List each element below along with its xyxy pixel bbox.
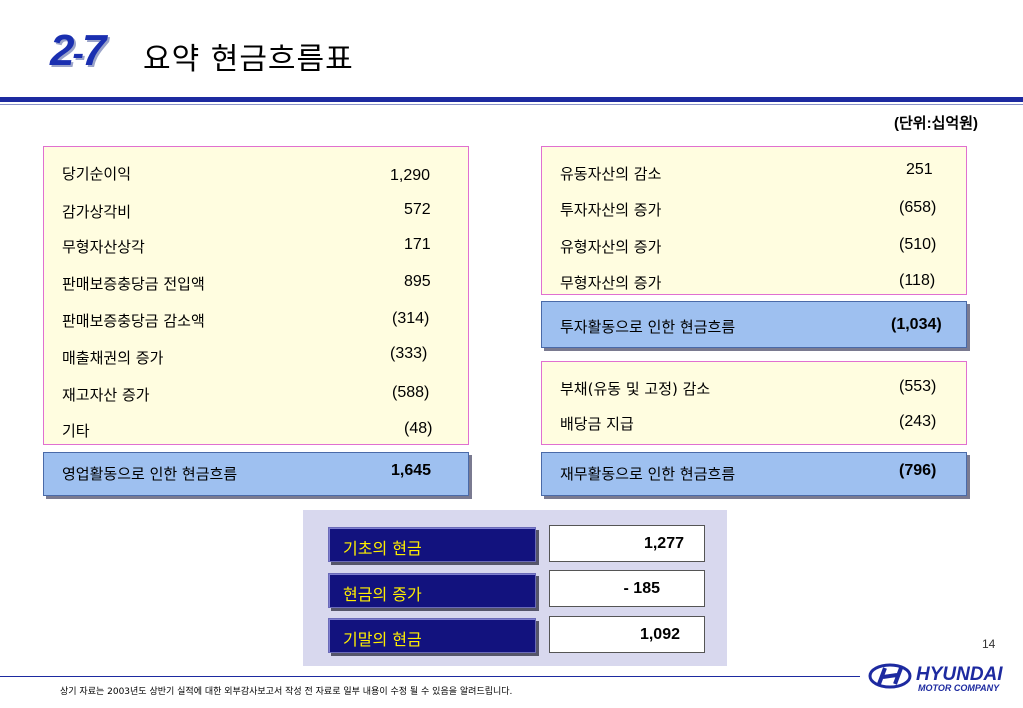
cash-summary-panel: 기초의 현금 1,277 현금의 증가 - 185 기말의 현금 1,092	[303, 510, 727, 666]
hyundai-h-emblem-icon	[868, 663, 912, 689]
unit-label: (단위:십억원)	[894, 115, 978, 132]
list-item: 유동자산의 감소 251	[560, 161, 933, 183]
list-item: 부채(유동 및 고정) 감소 (553)	[560, 378, 937, 398]
list-item: 유형자산의 증가 (510)	[560, 236, 937, 256]
financing-total-label: 재무활동으로 인한 현금흐름	[560, 465, 736, 483]
list-item: 배당금 지급 (243)	[560, 413, 937, 433]
list-item: 감가상각비 572	[62, 201, 431, 221]
cash-label-ending: 기말의 현금	[328, 618, 536, 653]
list-item: 매출채권의 증가 (333)	[62, 345, 428, 367]
section-number: 2-7	[50, 26, 106, 75]
list-item: 당기순이익 1,290	[62, 165, 431, 184]
cash-value-increase: - 185	[549, 570, 705, 607]
operating-items-box: 당기순이익 1,290 감가상각비 572 무형자산상각 171 판매보증충당금 전입…	[43, 146, 469, 445]
list-item: 투자자산의 증가 (658)	[560, 199, 937, 219]
operating-total-label: 영업활동으로 인한 현금흐름	[62, 465, 238, 483]
operating-total-value: 1,645	[391, 462, 432, 479]
cash-value-beginning: 1,277	[549, 525, 705, 562]
list-item: 재고자산 증가 (588)	[62, 384, 430, 404]
page-title: 요약 현금흐름표	[143, 42, 354, 77]
cash-label-increase: 현금의 증가	[328, 573, 536, 608]
investing-items-box: 유동자산의 감소 251 투자자산의 증가 (658) 유형자산의 증가 (510) …	[541, 146, 967, 295]
list-item: 무형자산상각 171	[62, 236, 431, 256]
header-divider	[0, 97, 1023, 102]
investing-total-label: 투자활동으로 인한 현금흐름	[560, 318, 736, 336]
footnote: 상기 자료는 2003년도 상반기 실적에 대한 외부감사보고서 작성 전 자료…	[60, 687, 513, 697]
investing-total-box: 투자활동으로 인한 현금흐름 (1,034)	[541, 301, 967, 348]
financing-total-value: (796)	[899, 462, 937, 479]
list-item: 기타 (48)	[62, 420, 433, 440]
logo-wordmark: HYUNDAI	[916, 664, 1003, 685]
page-number: 14	[982, 637, 996, 651]
investing-total-value: (1,034)	[891, 316, 942, 333]
financing-items-box: 부채(유동 및 고정) 감소 (553) 배당금 지급 (243)	[541, 361, 967, 445]
hyundai-logo: HYUNDAI MOTOR COMPANY	[868, 663, 1003, 693]
footer-divider	[0, 676, 860, 677]
logo-subtext: MOTOR COMPANY	[918, 683, 1000, 693]
cash-label-beginning: 기초의 현금	[328, 527, 536, 562]
list-item: 무형자산의 증가 (118)	[560, 272, 936, 292]
financing-total-box: 재무활동으로 인한 현금흐름 (796)	[541, 452, 967, 496]
operating-total-box: 영업활동으로 인한 현금흐름 1,645	[43, 452, 469, 496]
cash-value-ending: 1,092	[549, 616, 705, 653]
list-item: 판매보증충당금 전입액 895	[62, 273, 431, 293]
list-item: 판매보증충당금 감소액 (314)	[62, 310, 430, 330]
header-divider-thin	[0, 104, 1023, 105]
